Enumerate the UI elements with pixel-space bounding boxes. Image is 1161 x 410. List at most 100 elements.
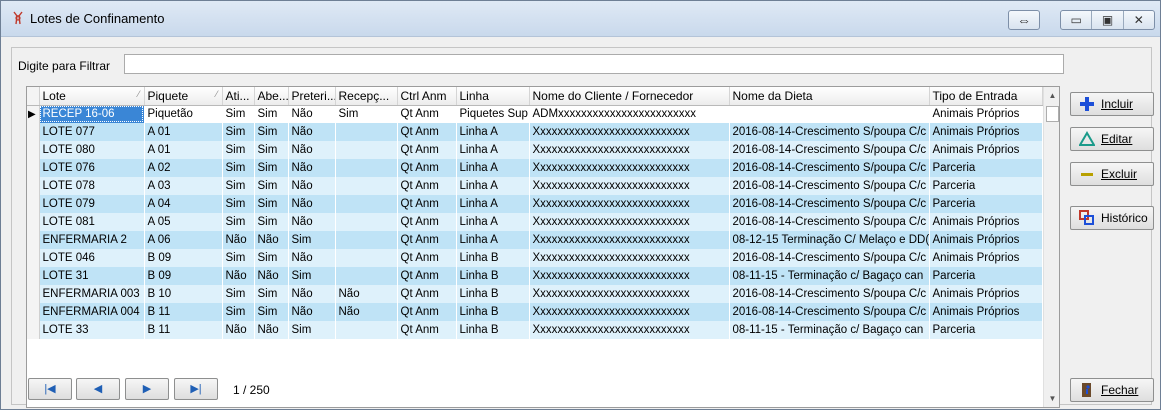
cell-cliente[interactable]: Xxxxxxxxxxxxxxxxxxxxxxxxxxx	[529, 231, 729, 249]
cell-tipo-entrada[interactable]: Parceria	[929, 267, 1042, 285]
cell-tipo-entrada[interactable]: Parceria	[929, 195, 1042, 213]
col-header-aberto[interactable]: Abe...	[254, 87, 289, 106]
first-page-button[interactable]: |◀	[28, 378, 72, 400]
cell-ctrl-anm[interactable]: Qt Anm	[397, 123, 456, 141]
scroll-up-icon[interactable]: ▲	[1044, 87, 1059, 104]
cell-dieta[interactable]: 08-12-15 Terminação C/ Melaço e DD(	[729, 231, 929, 249]
cell-linha[interactable]: Piquetes Sup	[456, 105, 529, 123]
table-row[interactable]: LOTE 31 B 09 Não Não Sim Qt Anm Linha B Xxxxxxx…	[27, 267, 1042, 285]
col-header-lote[interactable]: Lote ⁄	[39, 87, 145, 106]
cell-dieta[interactable]: 2016-08-14-Crescimento S/poupa C/c	[729, 177, 929, 195]
row-indicator[interactable]	[27, 303, 40, 321]
close-button[interactable]: ✕	[1124, 11, 1154, 29]
col-header-ativo[interactable]: Ati...	[222, 87, 255, 106]
cell-ctrl-anm[interactable]: Qt Anm	[397, 249, 456, 267]
cell-piquete[interactable]: A 05	[144, 213, 222, 231]
cell-preterido[interactable]: Sim	[288, 267, 335, 285]
cell-dieta[interactable]: 2016-08-14-Crescimento S/poupa C/c	[729, 159, 929, 177]
cell-ctrl-anm[interactable]: Qt Anm	[397, 285, 456, 303]
cell-ativo[interactable]: Sim	[222, 213, 254, 231]
cell-cliente[interactable]: Xxxxxxxxxxxxxxxxxxxxxxxxxxx	[529, 267, 729, 285]
cell-ativo[interactable]: Não	[222, 321, 254, 339]
cell-lote[interactable]: ENFERMARIA 2	[39, 231, 144, 249]
filter-input[interactable]	[124, 54, 1064, 74]
cell-preterido[interactable]: Não	[288, 195, 335, 213]
cell-tipo-entrada[interactable]: Animais Próprios	[929, 285, 1042, 303]
cell-linha[interactable]: Linha A	[456, 231, 529, 249]
cell-dieta[interactable]: 08-11-15 - Terminação c/ Bagaço can	[729, 267, 929, 285]
cell-aberto[interactable]: Sim	[254, 123, 288, 141]
cell-preterido[interactable]: Não	[288, 105, 335, 123]
historico-button[interactable]: Histórico	[1070, 206, 1154, 230]
cell-cliente[interactable]: ADMxxxxxxxxxxxxxxxxxxxxxxxx	[529, 105, 729, 123]
cell-linha[interactable]: Linha A	[456, 177, 529, 195]
cell-piquete[interactable]: B 09	[144, 267, 222, 285]
row-indicator[interactable]	[27, 213, 40, 231]
cell-lote[interactable]: LOTE 079	[39, 195, 144, 213]
scroll-thumb[interactable]	[1046, 106, 1059, 122]
cell-tipo-entrada[interactable]: Parceria	[929, 321, 1042, 339]
cell-lote[interactable]: LOTE 076	[39, 159, 144, 177]
cell-tipo-entrada[interactable]: Animais Próprios	[929, 105, 1042, 123]
row-indicator[interactable]	[27, 195, 40, 213]
col-header-recepcao[interactable]: Recepç...	[335, 87, 398, 106]
cell-ctrl-anm[interactable]: Qt Anm	[397, 177, 456, 195]
cell-dieta[interactable]: 2016-08-14-Crescimento S/poupa C/c	[729, 195, 929, 213]
cell-lote[interactable]: ENFERMARIA 004	[39, 303, 144, 321]
cell-recepcao[interactable]	[335, 141, 397, 159]
incluir-button[interactable]: Incluir	[1070, 92, 1154, 116]
cell-ctrl-anm[interactable]: Qt Anm	[397, 303, 456, 321]
cell-preterido[interactable]: Sim	[288, 231, 335, 249]
cell-recepcao[interactable]	[335, 123, 397, 141]
cell-cliente[interactable]: Xxxxxxxxxxxxxxxxxxxxxxxxxxx	[529, 285, 729, 303]
cell-lote[interactable]: LOTE 081	[39, 213, 144, 231]
table-row[interactable]: LOTE 046 B 09 Sim Sim Não Qt Anm Linha B Xxxxxx…	[27, 249, 1042, 267]
cell-lote[interactable]: LOTE 077	[39, 123, 144, 141]
cell-lote[interactable]: LOTE 33	[39, 321, 144, 339]
cell-dieta[interactable]: 2016-08-14-Crescimento S/poupa C/c	[729, 123, 929, 141]
row-indicator[interactable]	[27, 285, 40, 303]
cell-ctrl-anm[interactable]: Qt Anm	[397, 141, 456, 159]
next-page-button[interactable]: ▶	[125, 378, 169, 400]
cell-ativo[interactable]: Sim	[222, 141, 254, 159]
cell-preterido[interactable]: Não	[288, 141, 335, 159]
cell-ativo[interactable]: Sim	[222, 195, 254, 213]
cell-aberto[interactable]: Sim	[254, 213, 288, 231]
cell-linha[interactable]: Linha A	[456, 159, 529, 177]
cell-recepcao[interactable]	[335, 159, 397, 177]
vertical-scrollbar[interactable]: ▲ ▼	[1043, 87, 1059, 407]
cell-preterido[interactable]: Não	[288, 213, 335, 231]
cell-piquete[interactable]: A 01	[144, 123, 222, 141]
cell-cliente[interactable]: Xxxxxxxxxxxxxxxxxxxxxxxxxxx	[529, 177, 729, 195]
cell-tipo-entrada[interactable]: Animais Próprios	[929, 231, 1042, 249]
cell-cliente[interactable]: Xxxxxxxxxxxxxxxxxxxxxxxxxxx	[529, 303, 729, 321]
cell-dieta[interactable]: 2016-08-14-Crescimento S/poupa C/c	[729, 213, 929, 231]
cell-dieta[interactable]: 2016-08-14-Crescimento S/poupa C/c	[729, 249, 929, 267]
cell-tipo-entrada[interactable]: Animais Próprios	[929, 303, 1042, 321]
cell-preterido[interactable]: Não	[288, 249, 335, 267]
cell-cliente[interactable]: Xxxxxxxxxxxxxxxxxxxxxxxxxxx	[529, 159, 729, 177]
cell-cliente[interactable]: Xxxxxxxxxxxxxxxxxxxxxxxxxxx	[529, 213, 729, 231]
col-header-ctrl-anm[interactable]: Ctrl Anm	[397, 87, 457, 106]
cell-preterido[interactable]: Não	[288, 177, 335, 195]
cell-ativo[interactable]: Não	[222, 267, 254, 285]
cell-lote[interactable]: LOTE 078	[39, 177, 144, 195]
fechar-button[interactable]: Fechar	[1070, 378, 1154, 402]
cell-linha[interactable]: Linha B	[456, 321, 529, 339]
cell-tipo-entrada[interactable]: Parceria	[929, 159, 1042, 177]
cell-dieta[interactable]	[729, 105, 929, 123]
maximize-button[interactable]: ▣	[1092, 11, 1124, 29]
row-indicator[interactable]	[27, 267, 40, 285]
table-row[interactable]: LOTE 079 A 04 Sim Sim Não Qt Anm Linha A Xxxxxx…	[27, 195, 1042, 213]
cell-ctrl-anm[interactable]: Qt Anm	[397, 267, 456, 285]
cell-recepcao[interactable]	[335, 231, 397, 249]
cell-ativo[interactable]: Sim	[222, 105, 254, 123]
cell-lote[interactable]: LOTE 31	[39, 267, 144, 285]
cell-piquete[interactable]: A 01	[144, 141, 222, 159]
cell-recepcao[interactable]	[335, 213, 397, 231]
cell-aberto[interactable]: Sim	[254, 303, 288, 321]
cell-piquete[interactable]: A 04	[144, 195, 222, 213]
cell-cliente[interactable]: Xxxxxxxxxxxxxxxxxxxxxxxxxxx	[529, 123, 729, 141]
cell-ativo[interactable]: Sim	[222, 285, 254, 303]
cell-preterido[interactable]: Não	[288, 303, 335, 321]
